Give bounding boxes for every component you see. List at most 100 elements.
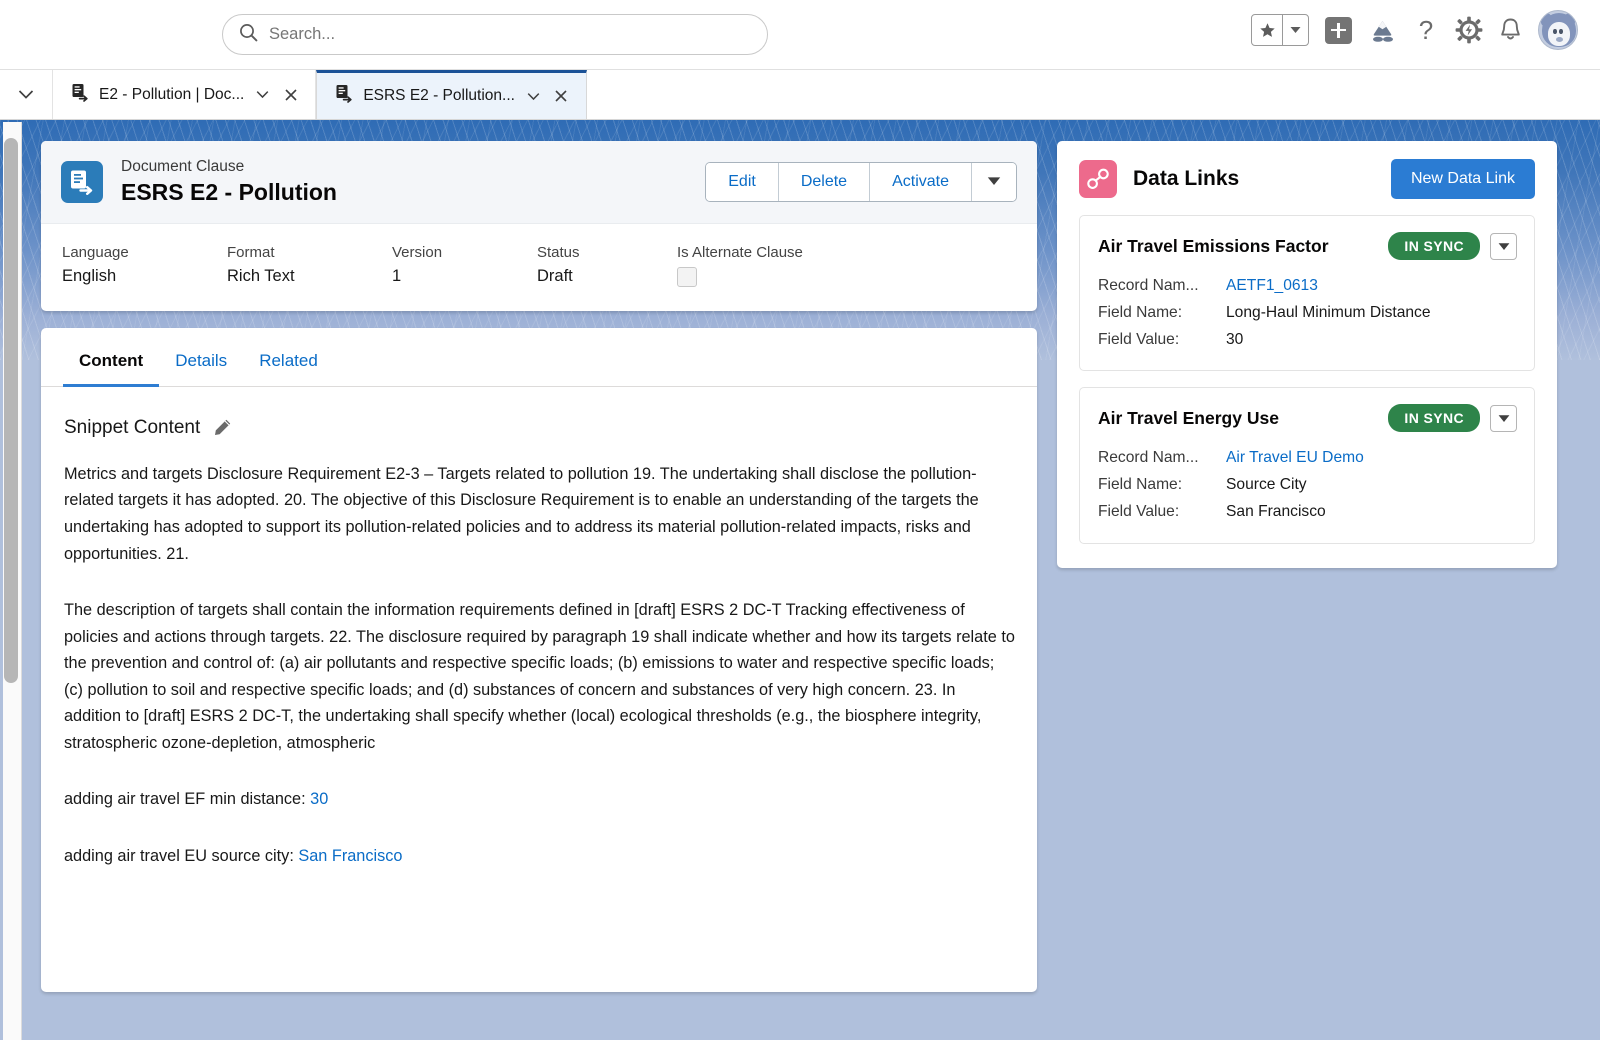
document-clause-icon: [71, 83, 90, 107]
record-header-card: Document Clause ESRS E2 - Pollution Edit…: [41, 141, 1037, 311]
record-highlight-fields: Language English Format Rich Text Versio…: [41, 224, 1037, 311]
field-value-value: San Francisco: [1226, 503, 1326, 521]
data-link-record-name-row: Record Nam... AETF1_0613: [1098, 273, 1517, 300]
field-version: Version 1: [392, 244, 537, 287]
data-link-item-chevron-down-icon[interactable]: [1490, 404, 1517, 432]
data-link-item-fields: Record Nam... Air Travel EU Demo Field N…: [1098, 445, 1517, 525]
snippet-content-label: Snippet Content: [64, 416, 201, 438]
record-detail-card: Content Details Related Snippet Content …: [41, 327, 1037, 992]
row-label: Field Value:: [1098, 330, 1180, 348]
favorites-chevron-down-icon[interactable]: [1283, 15, 1308, 45]
setup-gear-icon[interactable]: [1455, 16, 1483, 44]
svg-text:?: ?: [1419, 16, 1433, 45]
star-icon[interactable]: [1252, 15, 1283, 45]
data-link-item-header: Air Travel Energy Use IN SYNC: [1098, 404, 1517, 433]
help-question-mark-icon[interactable]: ?: [1413, 16, 1439, 45]
snippet-paragraph: Metrics and targets Disclosure Requireme…: [64, 464, 979, 563]
app-tab-close-icon[interactable]: [552, 89, 571, 103]
activate-button[interactable]: Activate: [870, 163, 972, 202]
search-icon: [239, 23, 258, 47]
search-placeholder: Search...: [269, 25, 336, 43]
right-column: Data Links New Data Link Air Travel Emis…: [1057, 141, 1557, 1040]
row-label: Record Nam...: [1098, 277, 1199, 294]
edit-button[interactable]: Edit: [706, 163, 779, 202]
field-language: Language English: [62, 244, 227, 287]
search-container: Search...: [222, 14, 768, 55]
add-button[interactable]: [1325, 16, 1352, 44]
field-name-value: Long-Haul Minimum Distance: [1226, 303, 1431, 321]
app-tab-chevron-down-icon[interactable]: [253, 90, 272, 99]
row-label: Field Name:: [1098, 476, 1183, 494]
record-header-top: Document Clause ESRS E2 - Pollution Edit…: [41, 141, 1037, 224]
data-link-item: Air Travel Energy Use IN SYNC Record Nam…: [1079, 387, 1535, 544]
app-tab-chevron-down-icon[interactable]: [524, 92, 543, 101]
page-title: ESRS E2 - Pollution: [121, 178, 337, 205]
snippet-bound-line-eu-source-city: adding air travel EU source city: San Fr…: [64, 843, 1015, 870]
data-links-title: Data Links: [1133, 167, 1240, 190]
global-header: Search... ?: [0, 0, 1600, 69]
data-link-icon: [1079, 160, 1117, 198]
record-tab-list: Content Details Related: [41, 328, 1037, 387]
bound-value-link[interactable]: San Francisco: [298, 847, 402, 865]
content-area: Document Clause ESRS E2 - Pollution Edit…: [23, 120, 1600, 1040]
field-label: Language: [62, 243, 129, 261]
status-badge: IN SYNC: [1388, 404, 1480, 433]
search-input[interactable]: Search...: [222, 14, 768, 55]
field-is-alternate-clause: Is Alternate Clause: [677, 244, 803, 287]
bound-line-text: adding air travel EF min distance:: [64, 790, 311, 809]
app-tab-bar: E2 - Pollution | Doc... ESRS E2 - Pollut…: [0, 69, 1600, 120]
document-clause-icon: [335, 84, 354, 108]
data-link-item-title: Air Travel Emissions Factor: [1098, 235, 1329, 256]
app-tab-label: E2 - Pollution | Doc...: [99, 85, 245, 103]
data-link-record-name-row: Record Nam... Air Travel EU Demo: [1098, 445, 1517, 472]
more-actions-chevron-down-icon[interactable]: [972, 163, 1016, 202]
snippet-content-header: Snippet Content: [41, 387, 1037, 439]
field-status: Status Draft: [537, 244, 677, 287]
page-scrollbar-thumb[interactable]: [4, 138, 18, 683]
main-column: Document Clause ESRS E2 - Pollution Edit…: [41, 141, 1037, 1040]
field-name-value: Source City: [1226, 476, 1307, 494]
record-object-label: Document Clause: [121, 158, 245, 175]
tab-related[interactable]: Related: [243, 328, 334, 387]
app-launcher-mountain-icon[interactable]: [1368, 18, 1397, 43]
field-value: English: [62, 266, 117, 285]
pencil-icon[interactable]: [213, 418, 232, 437]
bound-value-link[interactable]: 30: [310, 790, 328, 808]
row-label: Field Value:: [1098, 503, 1180, 521]
tab-content[interactable]: Content: [63, 328, 160, 387]
data-links-header: Data Links New Data Link: [1079, 159, 1535, 199]
field-label: Version: [392, 243, 443, 261]
new-data-link-button[interactable]: New Data Link: [1390, 159, 1535, 199]
field-value: 1: [392, 266, 402, 285]
avatar-face: [1548, 22, 1570, 46]
data-link-field-name-row: Field Name: Long-Haul Minimum Distance: [1098, 300, 1517, 327]
record-title-block: Document Clause ESRS E2 - Pollution: [121, 157, 337, 208]
data-link-item: Air Travel Emissions Factor IN SYNC Reco…: [1079, 215, 1535, 372]
plus-icon: [1325, 16, 1352, 44]
field-label: Is Alternate Clause: [677, 243, 803, 261]
field-format: Format Rich Text: [227, 244, 392, 287]
snippet-content-body: Metrics and targets Disclosure Requireme…: [41, 439, 1037, 870]
app-tab-close-icon[interactable]: [281, 88, 300, 102]
record-name-link[interactable]: Air Travel EU Demo: [1226, 445, 1364, 472]
data-link-field-name-row: Field Name: Source City: [1098, 472, 1517, 499]
header-icon-group: ?: [1251, 10, 1578, 50]
data-link-item-chevron-down-icon[interactable]: [1490, 232, 1517, 260]
field-value: Draft: [537, 266, 573, 285]
delete-button[interactable]: Delete: [778, 163, 871, 202]
status-badge: IN SYNC: [1388, 232, 1480, 260]
data-link-field-value-row: Field Value: 30: [1098, 327, 1517, 354]
record-actions: Edit Delete Activate: [705, 162, 1017, 203]
notifications-bell-icon[interactable]: [1499, 17, 1522, 43]
data-link-item-fields: Record Nam... AETF1_0613 Field Name: Lon…: [1098, 273, 1517, 353]
data-link-item-title: Air Travel Energy Use: [1098, 407, 1279, 428]
app-tab-e2-pollution-doc[interactable]: E2 - Pollution | Doc...: [53, 70, 317, 119]
record-action-button-group: Edit Delete Activate: [705, 162, 1017, 203]
record-name-link[interactable]: AETF1_0613: [1226, 273, 1318, 300]
tabbar-overflow-chevron-down-icon[interactable]: [0, 70, 53, 119]
tab-details[interactable]: Details: [159, 328, 243, 387]
is-alternate-clause-checkbox[interactable]: [677, 266, 697, 287]
row-label: Field Name:: [1098, 303, 1183, 321]
app-tab-esrs-e2-pollution[interactable]: ESRS E2 - Pollution...: [316, 70, 587, 119]
avatar[interactable]: [1538, 10, 1578, 50]
